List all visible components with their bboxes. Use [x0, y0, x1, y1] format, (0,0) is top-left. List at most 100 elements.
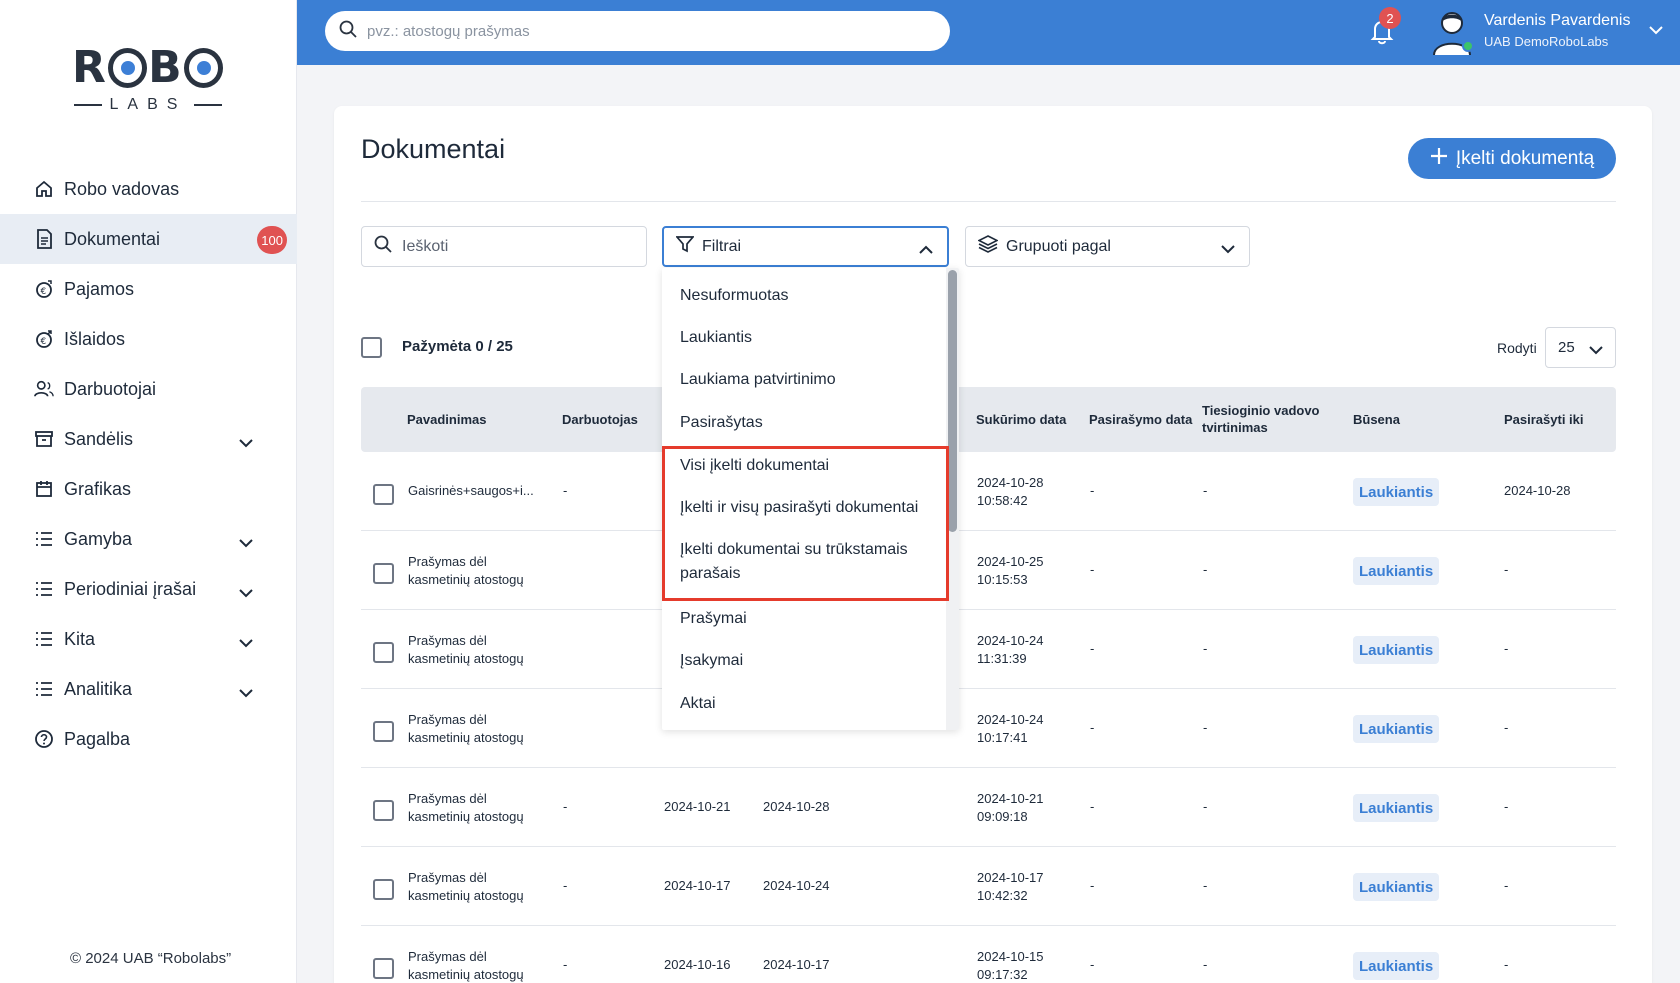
- period-start-cell: 2024-10-16: [664, 957, 731, 972]
- document-icon: [34, 229, 54, 249]
- document-name[interactable]: Prašymas dėl kasmetinių atostogų: [408, 948, 538, 983]
- online-status-indicator: [1462, 40, 1474, 52]
- row-checkbox[interactable]: [373, 642, 394, 663]
- table-row[interactable]: Prašymas dėl kasmetinių atostogų - 2024-10-…: [361, 847, 1616, 926]
- row-checkbox[interactable]: [373, 484, 394, 505]
- select-all-checkbox[interactable]: [361, 337, 382, 358]
- created-date-cell: 2024-10-17 10:42:32: [977, 870, 1044, 903]
- robolabs-logo[interactable]: RB LABS: [72, 42, 224, 118]
- upload-document-button[interactable]: Įkelti dokumentą: [1408, 138, 1616, 179]
- sign-until-cell: 2024-10-28: [1504, 483, 1571, 498]
- svg-text:€: €: [41, 287, 47, 297]
- sidebar-item-sandelis[interactable]: Sandėlis: [0, 414, 297, 464]
- notifications-count-badge: 2: [1379, 7, 1401, 29]
- filter-option-nesuformuotas[interactable]: Nesuformuotas: [680, 284, 930, 308]
- column-header-signed[interactable]: Pasirašymo data: [1089, 411, 1192, 428]
- filter-option-laukiantis[interactable]: Laukiantis: [680, 326, 930, 350]
- document-name[interactable]: Prašymas dėl kasmetinių atostogų: [408, 790, 538, 826]
- period-start-cell: 2024-10-21: [664, 799, 731, 814]
- group-by-dropdown[interactable]: Grupuoti pagal: [965, 226, 1250, 267]
- documents-search[interactable]: [361, 226, 647, 267]
- list-icon: [34, 529, 54, 549]
- chevron-down-icon: [239, 632, 253, 653]
- filters-dropdown[interactable]: Filtrai: [662, 226, 949, 267]
- table-row[interactable]: Prašymas dėl kasmetinių atostogų 2024-10-2…: [361, 610, 1616, 689]
- filter-option-ikelti-ir-pasirasyti[interactable]: Įkelti ir visų pasirašyti dokumentai: [680, 496, 930, 520]
- table-row[interactable]: Prašymas dėl kasmetinių atostogų - 2024-10-…: [361, 926, 1616, 983]
- status-badge: Laukiantis: [1353, 952, 1440, 980]
- table-row[interactable]: Prašymas dėl kasmetinių atostogų 2024-10-2…: [361, 531, 1616, 610]
- sidebar-item-pagalba[interactable]: Pagalba: [0, 714, 297, 764]
- sidebar-item-grafikas[interactable]: Grafikas: [0, 464, 297, 514]
- global-search-input[interactable]: [367, 22, 927, 40]
- column-header-status[interactable]: Būsena: [1353, 411, 1400, 428]
- sidebar-item-analitika[interactable]: Analitika: [0, 664, 297, 714]
- list-icon: [34, 679, 54, 699]
- period-end-cell: 2024-10-17: [763, 957, 830, 972]
- chevron-down-icon: [239, 582, 253, 603]
- filter-option-visi-ikelti[interactable]: Visi įkelti dokumentai: [680, 454, 930, 478]
- sidebar-item-kita[interactable]: Kita: [0, 614, 297, 664]
- filter-option-aktai[interactable]: Aktai: [680, 692, 930, 716]
- filter-option-laukiama-patvirtinimo[interactable]: Laukiama patvirtinimo: [680, 368, 930, 392]
- user-name[interactable]: Vardenis Pavardenis: [1484, 12, 1630, 30]
- sidebar-item-islaidos[interactable]: € Išlaidos: [0, 314, 297, 364]
- row-checkbox[interactable]: [373, 800, 394, 821]
- status-badge: Laukiantis: [1353, 636, 1440, 664]
- chevron-down-icon[interactable]: [1649, 22, 1663, 40]
- created-date-cell: 2024-10-25 10:15:53: [977, 554, 1044, 587]
- chevron-down-icon: [239, 682, 253, 703]
- document-name[interactable]: Prašymas dėl kasmetinių atostogų: [408, 553, 538, 589]
- signed-date-cell: -: [1090, 562, 1095, 577]
- document-name[interactable]: Prašymas dėl kasmetinių atostogų: [408, 869, 538, 905]
- column-header-name[interactable]: Pavadinimas: [407, 411, 487, 428]
- title-divider: [361, 201, 1616, 202]
- row-checkbox[interactable]: [373, 879, 394, 900]
- filter-option-isakymai[interactable]: Įsakymai: [680, 649, 930, 673]
- employee-cell: -: [563, 878, 568, 893]
- table-row[interactable]: Prašymas dėl kasmetinių atostogų 2024-10-2…: [361, 689, 1616, 768]
- row-checkbox[interactable]: [373, 958, 394, 979]
- calendar-icon: [34, 479, 54, 499]
- manager-approval-cell: -: [1203, 878, 1208, 893]
- table-row[interactable]: Gaisrinės+saugos+i... - 2024-10-28 10:58:42…: [361, 452, 1616, 531]
- sign-until-cell: -: [1504, 957, 1509, 972]
- column-header-employee[interactable]: Darbuotojas: [562, 411, 638, 428]
- document-name[interactable]: Prašymas dėl kasmetinių atostogų: [408, 711, 538, 747]
- documents-count-badge: 100: [257, 226, 287, 254]
- document-name[interactable]: Gaisrinės+saugos+i...: [408, 482, 538, 500]
- signed-date-cell: -: [1090, 483, 1095, 498]
- status-badge: Laukiantis: [1353, 715, 1440, 743]
- filters-menu-scrollbar-thumb[interactable]: [948, 270, 957, 532]
- period-end-cell: 2024-10-24: [763, 878, 830, 893]
- page-title: Dokumentai: [361, 134, 506, 164]
- list-icon: [34, 579, 54, 599]
- signed-date-cell: -: [1090, 720, 1095, 735]
- sidebar-item-gamyba[interactable]: Gamyba: [0, 514, 297, 564]
- filter-option-trukstami-parasai[interactable]: Įkelti dokumentai su trūkstamais parašai…: [680, 538, 930, 586]
- column-header-created[interactable]: Sukūrimo data: [976, 411, 1066, 428]
- row-checkbox[interactable]: [373, 721, 394, 742]
- table-row[interactable]: Prašymas dėl kasmetinių atostogų - 2024-10-…: [361, 768, 1616, 847]
- sidebar-item-pajamos[interactable]: € Pajamos: [0, 264, 297, 314]
- documents-search-input[interactable]: [402, 237, 632, 256]
- chevron-down-icon: [1589, 342, 1603, 359]
- filter-option-pasirasytas[interactable]: Pasirašytas: [680, 411, 930, 435]
- rows-per-page-select[interactable]: 25: [1545, 327, 1616, 368]
- global-search[interactable]: [325, 11, 950, 51]
- period-start-cell: 2024-10-17: [664, 878, 731, 893]
- created-date-cell: 2024-10-21 09:09:18: [977, 791, 1044, 824]
- sidebar-item-dokumentai[interactable]: Dokumentai 100: [0, 214, 297, 264]
- document-name[interactable]: Prašymas dėl kasmetinių atostogų: [408, 632, 538, 668]
- row-checkbox[interactable]: [373, 563, 394, 584]
- column-header-manager-approval[interactable]: Tiesioginio vadovo tvirtinimas: [1202, 402, 1320, 436]
- sidebar-item-robo-vadovas[interactable]: Robo vadovas: [0, 164, 297, 214]
- chevron-down-icon: [1221, 241, 1235, 259]
- sidebar-item-periodiniai-irasai[interactable]: Periodiniai įrašai: [0, 564, 297, 614]
- manager-approval-cell: -: [1203, 799, 1208, 814]
- filter-option-prasymai[interactable]: Prašymai: [680, 607, 930, 631]
- signed-date-cell: -: [1090, 641, 1095, 656]
- sidebar-item-darbuotojai[interactable]: Darbuotojai: [0, 364, 297, 414]
- chevron-down-icon: [239, 432, 253, 453]
- column-header-sign-until[interactable]: Pasirašyti iki: [1504, 411, 1584, 428]
